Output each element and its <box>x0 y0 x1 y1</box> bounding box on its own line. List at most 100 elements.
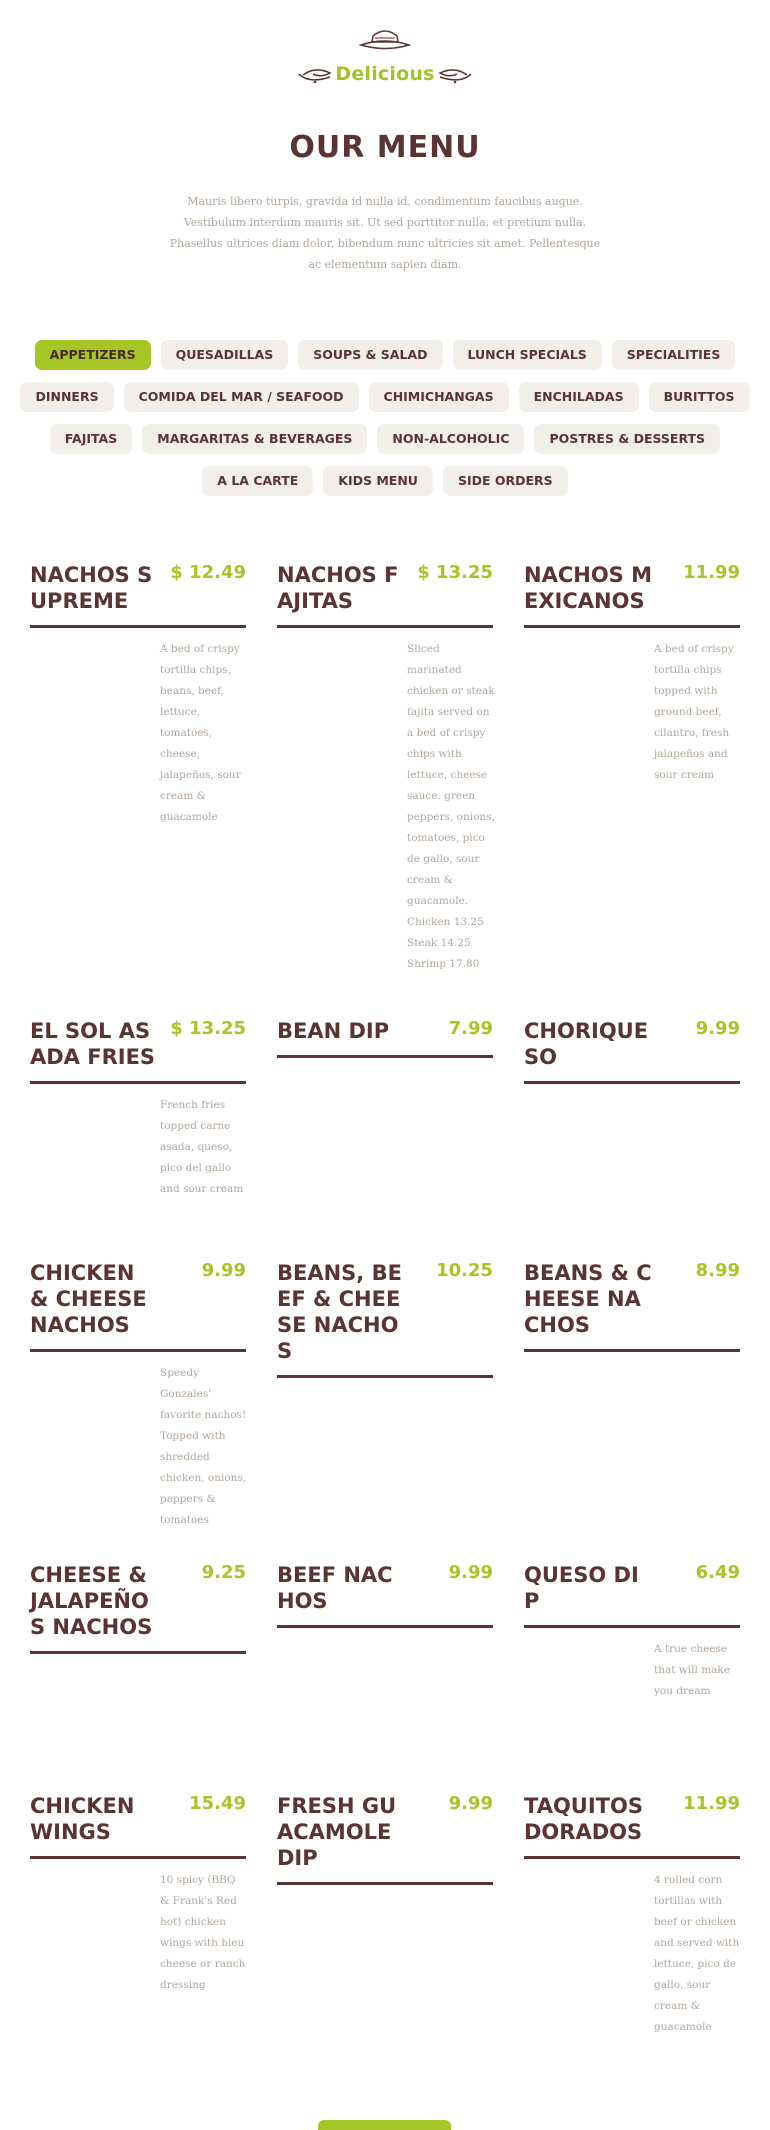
menu-item-description: 4 rolled corn tortillas with beef or chi… <box>654 1874 740 2033</box>
tab-side-orders[interactable]: SIDE ORDERS <box>442 466 568 496</box>
menu-item-header: FRESH GUACAMOLE DIP 9.99 <box>277 1793 493 1871</box>
tab-dinners[interactable]: DINNERS <box>20 382 114 412</box>
menu-category-tabs: APPETIZERS QUESADILLAS SOUPS & SALAD LUNCH … <box>20 340 750 496</box>
load-more-button[interactable] <box>318 2120 451 2130</box>
menu-item-price: 11.99 <box>683 562 740 583</box>
menu-item-divider <box>524 1081 740 1084</box>
menu-item-description: Speedy Gonzales' favorite nachos! Topped… <box>160 1367 247 1526</box>
menu-item-header: NACHOS FAJITAS $ 13.25 <box>277 562 493 614</box>
intro-text: Mauris libero turpis, gravida id nulla i… <box>169 195 601 271</box>
menu-item-price: 9.99 <box>448 1562 493 1583</box>
tab-specialities[interactable]: SPECIALITIES <box>611 340 736 370</box>
menu-item-divider <box>524 625 740 628</box>
menu-item-price: 9.99 <box>448 1793 493 1814</box>
menu-item-price: 9.99 <box>695 1018 740 1039</box>
menu-item-description: A bed of crispy tortilla chips, beans, b… <box>160 643 241 823</box>
menu-item-divider <box>30 1856 246 1859</box>
menu-item-description: French fries topped carne asada, queso, … <box>160 1099 244 1195</box>
tab-burittos[interactable]: BURITTOS <box>648 382 750 412</box>
menu-item-description: Sliced marinated chicken or steak fajita… <box>407 643 495 970</box>
menu-item-description: A bed of crispy tortilla chips topped wi… <box>654 643 734 781</box>
menu-item: CHEESE & JALAPEÑOS NACHOS 9.25 <box>30 1562 246 1793</box>
menu-item: CHORIQUESO 9.99 <box>524 1018 740 1260</box>
menu-item-name: CHEESE & JALAPEÑOS NACHOS <box>30 1563 153 1639</box>
menu-item: CHICKEN WINGS 15.49 10 spicy (BBQ & Frank'… <box>30 1793 246 2038</box>
tab-soups-salad[interactable]: SOUPS & SALAD <box>298 340 443 370</box>
menu-item-header: CHICKEN & CHEESE NACHOS 9.99 <box>30 1260 246 1338</box>
menu-item: BEANS, BEEF & CHEESE NACHOS 10.25 <box>277 1260 493 1562</box>
menu-item-header: QUESO DIP 6.49 <box>524 1562 740 1614</box>
menu-items-grid: NACHOS SUPREME $ 12.49 A bed of crispy tor… <box>30 562 740 2038</box>
menu-item: BEAN DIP 7.99 <box>277 1018 493 1260</box>
tab-fajitas[interactable]: FAJITAS <box>49 424 133 454</box>
menu-item-price: 6.49 <box>695 1562 740 1583</box>
menu-item: CHICKEN & CHEESE NACHOS 9.99 Speedy Gonzal… <box>30 1260 246 1562</box>
menu-item-price: 11.99 <box>683 1793 740 1814</box>
logo-text: Delicious <box>335 63 435 85</box>
menu-item-name: BEANS & CHEESE NACHOS <box>524 1261 652 1337</box>
menu-item-price: $ 12.49 <box>170 562 246 583</box>
menu-item-description: A true cheese that will make you dream <box>654 1643 730 1697</box>
menu-item-name: NACHOS SUPREME <box>30 563 153 613</box>
menu-item-name: CHICKEN WINGS <box>30 1794 135 1844</box>
tab-lunch-specials[interactable]: LUNCH SPECIALS <box>452 340 602 370</box>
menu-item-price: 7.99 <box>448 1018 493 1039</box>
menu-item: QUESO DIP 6.49 A true cheese that will mak… <box>524 1562 740 1793</box>
menu-item: NACHOS MEXICANOS 11.99 A bed of crispy tor… <box>524 562 740 1018</box>
menu-item: TAQUITOS DORADOS 11.99 4 rolled corn torti… <box>524 1793 740 2038</box>
menu-item-header: BEANS, BEEF & CHEESE NACHOS 10.25 <box>277 1260 493 1364</box>
menu-item-divider <box>524 1625 740 1628</box>
menu-item-header: CHICKEN WINGS 15.49 <box>30 1793 246 1845</box>
menu-item: NACHOS SUPREME $ 12.49 A bed of crispy tor… <box>30 562 246 1018</box>
tab-appetizers[interactable]: APPETIZERS <box>34 340 151 370</box>
menu-item-name: EL SOL ASADA FRIES <box>30 1019 156 1069</box>
menu-item-name: BEANS, BEEF & CHEESE NACHOS <box>277 1261 402 1363</box>
page-header: Delicious OUR MENU Mauris libero turpis,… <box>0 28 770 275</box>
menu-item-header: CHORIQUESO 9.99 <box>524 1018 740 1070</box>
menu-item-divider <box>277 1882 493 1885</box>
menu-item-header: BEANS & CHEESE NACHOS 8.99 <box>524 1260 740 1338</box>
tab-non-alcoholic[interactable]: NON-ALCOHOLIC <box>377 424 525 454</box>
menu-item: NACHOS FAJITAS $ 13.25 Sliced marinated ch… <box>277 562 495 1018</box>
tab-kids-menu[interactable]: KIDS MENU <box>323 466 433 496</box>
menu-item-description: 10 spicy (BBQ & Frank's Red hot) chicken… <box>160 1874 246 1991</box>
menu-item-name: CHORIQUESO <box>524 1019 649 1069</box>
tab-enchiladas[interactable]: ENCHILADAS <box>518 382 639 412</box>
menu-item-name: BEEF NACHOS <box>277 1563 393 1613</box>
menu-item-header: NACHOS MEXICANOS 11.99 <box>524 562 740 614</box>
logo[interactable]: Delicious <box>285 28 485 94</box>
menu-item-header: TAQUITOS DORADOS 11.99 <box>524 1793 740 1845</box>
menu-item: EL SOL ASADA FRIES $ 13.25 French fries to… <box>30 1018 246 1260</box>
tab-postres-desserts[interactable]: POSTRES & DESSERTS <box>534 424 721 454</box>
menu-item-price: 9.99 <box>201 1260 246 1281</box>
menu-item-divider <box>30 625 246 628</box>
page-title: OUR MENU <box>289 130 481 165</box>
menu-item-name: TAQUITOS DORADOS <box>524 1794 643 1844</box>
tab-chimichangas[interactable]: CHIMICHANGAS <box>368 382 509 412</box>
menu-item-header: BEAN DIP 7.99 <box>277 1018 493 1044</box>
menu-item-price: $ 13.25 <box>170 1018 246 1039</box>
menu-item-divider <box>277 1375 493 1378</box>
menu-item-name: QUESO DIP <box>524 1563 639 1613</box>
menu-item-divider <box>277 625 493 628</box>
tab-margaritas-beverages[interactable]: MARGARITAS & BEVERAGES <box>142 424 368 454</box>
tab-quesadillas[interactable]: QUESADILLAS <box>160 340 289 370</box>
menu-item-divider <box>30 1349 246 1352</box>
menu-item-divider <box>277 1625 493 1628</box>
menu-item-name: FRESH GUACAMOLE DIP <box>277 1794 397 1870</box>
menu-item: FRESH GUACAMOLE DIP 9.99 <box>277 1793 493 2038</box>
menu-item: BEANS & CHEESE NACHOS 8.99 <box>524 1260 740 1562</box>
menu-item-header: NACHOS SUPREME $ 12.49 <box>30 562 246 614</box>
menu-item-header: BEEF NACHOS 9.99 <box>277 1562 493 1614</box>
tab-a-la-carte[interactable]: A LA CARTE <box>202 466 314 496</box>
menu-item-price: 10.25 <box>436 1260 493 1281</box>
menu-item-price: 8.99 <box>695 1260 740 1281</box>
menu-item-name: NACHOS FAJITAS <box>277 563 399 613</box>
tab-comida-del-mar-seafood[interactable]: COMIDA DEL MAR / SEAFOOD <box>123 382 359 412</box>
menu-item-price: 15.49 <box>189 1793 246 1814</box>
menu-item-name: CHICKEN & CHEESE NACHOS <box>30 1261 147 1337</box>
menu-item-divider <box>277 1055 493 1058</box>
menu-item-header: CHEESE & JALAPEÑOS NACHOS 9.25 <box>30 1562 246 1640</box>
menu-item-price: $ 13.25 <box>417 562 493 583</box>
menu-item-price: 9.25 <box>201 1562 246 1583</box>
